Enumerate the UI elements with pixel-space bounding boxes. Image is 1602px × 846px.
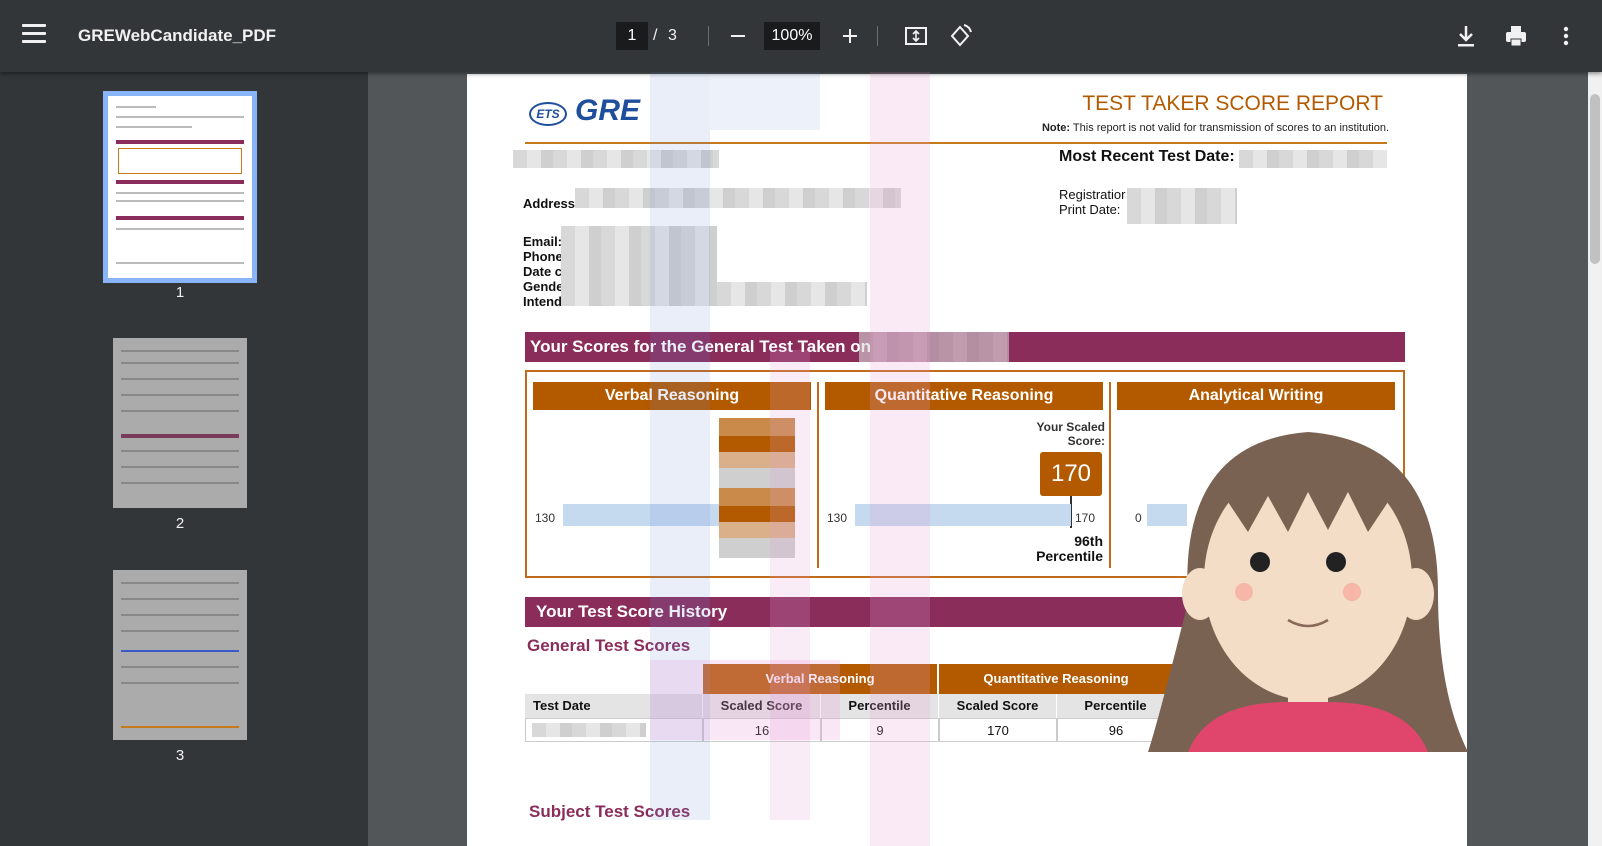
fit-to-page-icon (905, 27, 927, 45)
general-test-scores-title: General Test Scores (527, 636, 691, 655)
page-separator: / (653, 27, 658, 44)
print-icon (1506, 26, 1526, 47)
thumbnail-label: 1 (175, 284, 185, 301)
col-test-date: Test Date (525, 694, 703, 718)
download-icon (1458, 26, 1474, 47)
fit-page-button[interactable] (900, 20, 932, 52)
print-date-label: Print Date: (1059, 202, 1121, 217)
more-vert-icon (1563, 26, 1569, 46)
zoom-in-button[interactable] (834, 20, 866, 52)
vertical-scrollbar[interactable] (1588, 72, 1602, 846)
avatar-illustration (1148, 432, 1468, 752)
redacted-test-date (859, 332, 1009, 362)
print-button[interactable] (1500, 20, 1532, 52)
cell-verbal-scaled: 16 (703, 718, 821, 742)
redacted-name (513, 150, 719, 168)
col-quant-scaled: Scaled Score (939, 694, 1057, 718)
quant-scale-min: 130 (827, 511, 848, 525)
report-title: TEST TAKER SCORE REPORT (1082, 92, 1383, 115)
quantitative-reasoning-header: Quantitative Reasoning (825, 382, 1103, 410)
verbal-reasoning-header: Verbal Reasoning (533, 382, 811, 410)
redacted-address (575, 188, 901, 208)
page-total: 3 (668, 27, 677, 44)
thumbnail-sidebar: 1 2 3 (0, 72, 368, 846)
ets-logo: ETS (529, 102, 567, 126)
minus-icon (731, 35, 745, 37)
writing-scale-min: 0 (1135, 511, 1142, 525)
gender-label: Gende (523, 279, 564, 294)
rotate-icon (950, 24, 972, 47)
zoom-out-button[interactable] (722, 20, 754, 52)
plus-icon (843, 29, 857, 43)
thumbnail-page-3[interactable] (113, 570, 247, 740)
thumbnail-page-2[interactable] (113, 338, 247, 508)
report-note: Note: This report is not valid for trans… (1041, 122, 1389, 134)
intended-label: Intend (523, 294, 562, 309)
zoom-level[interactable]: 100% (764, 22, 820, 50)
more-options-button[interactable] (1550, 20, 1582, 52)
panel-divider (1109, 382, 1111, 568)
toolbar-divider (708, 26, 709, 46)
thumbnail-page-1[interactable] (103, 91, 257, 283)
your-scaled-label: Your Scaled Score: (1036, 420, 1105, 448)
redacted-intended (717, 282, 867, 306)
quant-scale-max: 170 (1075, 511, 1096, 525)
thumbnail-label: 2 (175, 515, 185, 532)
document-title: GREWebCandidate_PDF (78, 26, 277, 45)
panel-divider (817, 382, 819, 568)
email-label: Email: (523, 234, 563, 249)
quant-scale-bar (855, 504, 1071, 526)
redacted-registration (1127, 188, 1237, 224)
registration-label: Registratior (1059, 187, 1126, 202)
redacted-date (1239, 150, 1387, 168)
quant-score-badge: 170 (1040, 452, 1102, 496)
pdf-toolbar: GREWebCandidate_PDF 1 / 3 100% (0, 0, 1602, 72)
menu-icon[interactable] (22, 24, 46, 44)
thumbnail-label: 3 (175, 747, 185, 764)
verbal-scale-min: 130 (535, 511, 556, 525)
scrollbar-thumb[interactable] (1590, 94, 1600, 264)
gre-logo: GRE (575, 94, 641, 127)
toolbar-divider (877, 26, 878, 46)
table-group-quant: Quantitative Reasoning (939, 664, 1173, 694)
date-of-birth-label: Date c (523, 264, 563, 279)
header-rule (525, 142, 1387, 144)
address-label: Address (523, 196, 576, 211)
table-row-date (525, 718, 703, 742)
redacted-contact (561, 226, 717, 306)
cell-quant-scaled: 170 (939, 718, 1057, 742)
redacted-row-date (532, 723, 646, 737)
subject-test-scores-title: Subject Test Scores (529, 802, 691, 821)
download-button[interactable] (1450, 20, 1482, 52)
most-recent-test-date-label: Most Recent Test Date: (1059, 148, 1235, 165)
col-verbal-scaled: Scaled Score (703, 694, 821, 718)
redacted-verbal-score (719, 418, 795, 558)
page-number-input[interactable]: 1 (616, 22, 648, 50)
table-group-verbal: Verbal Reasoning (703, 664, 937, 694)
col-verbal-percentile: Percentile (821, 694, 939, 718)
quant-percentile: 96th Percentile (1036, 533, 1103, 564)
cell-verbal-percentile: 9 (821, 718, 939, 742)
phone-label: Phone (523, 249, 563, 264)
rotate-button[interactable] (944, 20, 976, 52)
